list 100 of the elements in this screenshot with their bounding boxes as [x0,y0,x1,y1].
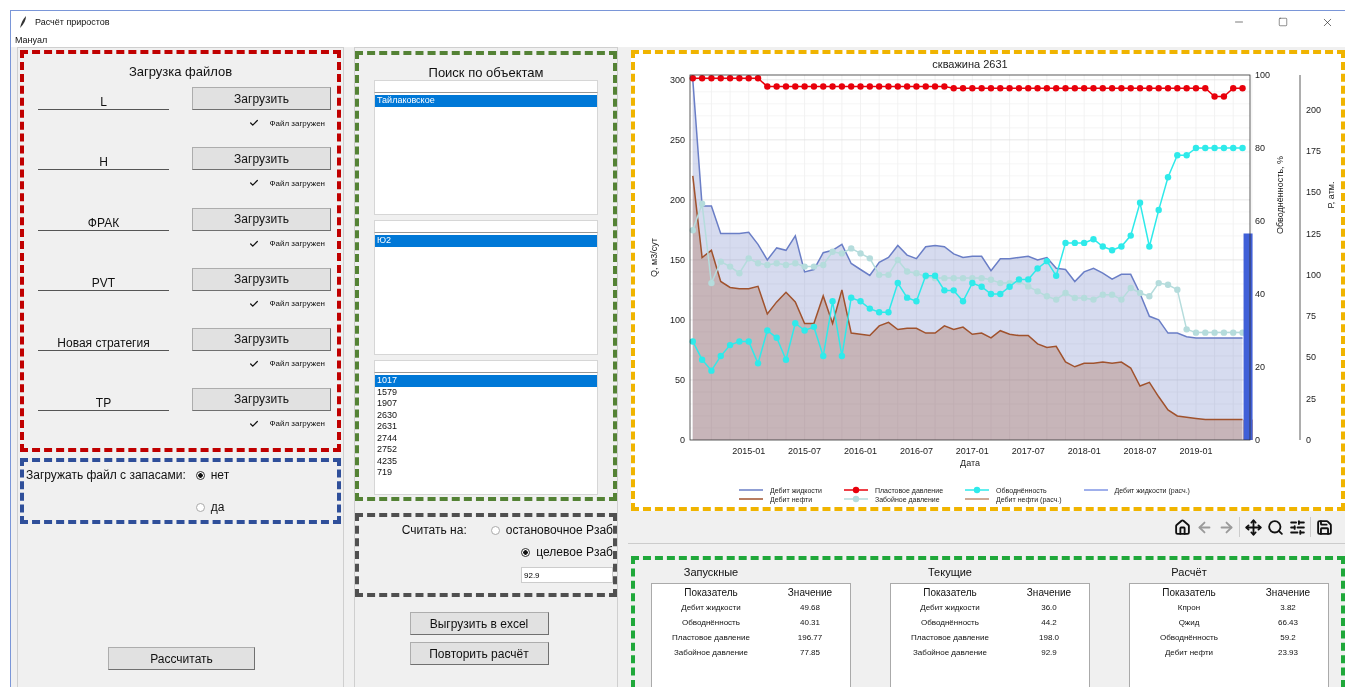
upload-status: Файл загружен [269,299,325,309]
axis-tick-label: 60 [1255,216,1265,226]
column-header: Показатель [683,586,739,598]
file-label: L [38,95,169,111]
axis-tick-label: 25 [1306,393,1316,404]
list-item[interactable]: 2631 [375,421,597,433]
upload-button[interactable]: Загрузить [192,327,331,351]
upload-status: Файл загружен [269,118,325,128]
axis-tick-label: 2017-01 [955,446,989,456]
table-cell-text: Забойное давление [912,648,988,657]
table-cell-text: 40.31 [799,618,821,627]
panel-title: Поиск по объектам [428,64,544,80]
upload-status: Файл загружен [269,359,325,369]
pressure-input[interactable]: 92.9 [521,567,613,583]
axis-tick-label: 150 [1306,187,1322,198]
table-cell-text: 196.77 [796,633,824,642]
list-item[interactable]: Тайлаковское [375,95,597,107]
axis-tick-label: 50 [675,374,685,385]
axis-tick-label: 2017-07 [1011,446,1045,456]
list-item[interactable]: 2752 [375,444,597,456]
file-label: PVT [38,275,169,291]
axis-tick-label: 75 [1306,311,1316,322]
radio-option[interactable]: целевое Рзаб [511,545,613,559]
table-cell-text: 49.68 [799,603,821,612]
axis-tick-label: 100 [1255,70,1271,80]
axis-tick-label: 2015-01 [732,446,766,456]
axis-tick-label: 0 [1255,435,1260,445]
column-header: Показатель [1161,586,1217,598]
upload-status: Файл загружен [269,419,325,429]
axis-tick-label: 0 [1306,435,1311,445]
axis-title: Обводнённость, % [1275,155,1285,235]
table-cell-text: Дебит нефти [1163,648,1215,657]
table-cell-text: 36.0 [1040,603,1058,612]
upload-button[interactable]: Загрузить [192,147,331,171]
radio-option[interactable]: остановочное Рзаб [480,523,613,537]
file-label: Новая стратегия [38,335,169,351]
table-cell-text: 77.85 [799,648,821,657]
axis-tick-label: 200 [669,194,685,205]
action-button[interactable]: Повторить расчёт [409,642,549,665]
axis-tick-label: 2018-01 [1067,446,1101,456]
table-cell-text: Обводнённость [1159,633,1219,642]
axis-tick-label: 100 [1306,269,1322,280]
list-item[interactable]: 1017 [375,375,597,387]
axis-tick-label: 50 [1306,352,1316,363]
axis-tick-label: 40 [1255,289,1265,299]
calc-mode-label: Считать на: [400,523,467,537]
panel-title: Загрузка файлов [127,63,234,81]
axis-tick-label: 100 [669,314,685,325]
menu-item[interactable]: Мануал [13,35,50,45]
upload-button[interactable]: Загрузить [192,207,331,231]
section-title: Расчёт [1170,565,1208,580]
table-cell-text: Пластовое давление [671,633,751,642]
axis-tick-label: 20 [1255,362,1265,372]
upload-status: Файл загружен [269,178,325,188]
file-label: H [38,155,169,171]
axis-tick-label: 250 [669,134,685,145]
axis-tick-label: 300 [669,74,685,85]
axis-tick-label: 2019-01 [1179,446,1213,456]
column-header: Значение [1025,586,1073,598]
axis-tick-label: 80 [1255,143,1265,153]
table-cell-text: 92.9 [1040,648,1058,657]
upload-status: Файл загружен [269,239,325,248]
axis-tick-label: 175 [1306,145,1322,156]
section-title: Запускные [682,565,740,580]
list-item[interactable]: 1907 [375,398,597,410]
axis-tick-label: 2015-07 [788,446,822,456]
list-item[interactable]: 719 [375,467,597,479]
list-item[interactable]: 1579 [375,386,597,398]
table-cell-text: 66.43 [1277,618,1299,627]
table-cell-text: 44.2 [1040,618,1058,627]
radio-option[interactable]: нет [185,468,337,482]
list-item[interactable]: 2630 [375,409,597,421]
axis-title: Р, атм. [1326,181,1336,209]
upload-button[interactable]: Загрузить [192,87,331,111]
chart-title: скважина 2631 [932,58,1008,70]
calculate-button[interactable]: Рассчитать [108,647,255,670]
file-label: ФРАК [38,215,169,231]
table-cell-text: Дебит жидкости [919,603,981,612]
table-cell-text: Обводнённость [920,618,980,627]
upload-button[interactable]: Загрузить [192,267,331,291]
table-cell-text: Дебит жидкости [680,603,742,612]
list-item[interactable]: 4235 [375,455,597,467]
axis-tick-label: 150 [669,254,685,265]
list-item[interactable]: Ю2 [375,235,597,247]
file-label: ТР [38,395,169,411]
table-cell-text: 59.2 [1279,633,1297,642]
table-cell-text: 23.93 [1277,648,1299,657]
table-cell-text: 3.82 [1279,603,1297,612]
table-cell-text: 198.0 [1038,633,1060,642]
action-button[interactable]: Выгрузить в excel [409,612,549,635]
axis-tick-label: 0 [680,435,685,445]
axis-tick-label: 2018-07 [1123,446,1157,456]
radio-option[interactable]: да [185,500,337,514]
table-cell-text: Кпрон [1176,603,1202,612]
axis-tick-label: 200 [1306,104,1322,115]
list-item[interactable]: 2744 [375,432,597,444]
upload-button[interactable]: Загрузить [192,387,331,411]
axis-tick-label: 2016-07 [899,446,933,456]
table-cell-text: Забойное давление [673,648,749,657]
column-header: Значение [1264,586,1312,598]
